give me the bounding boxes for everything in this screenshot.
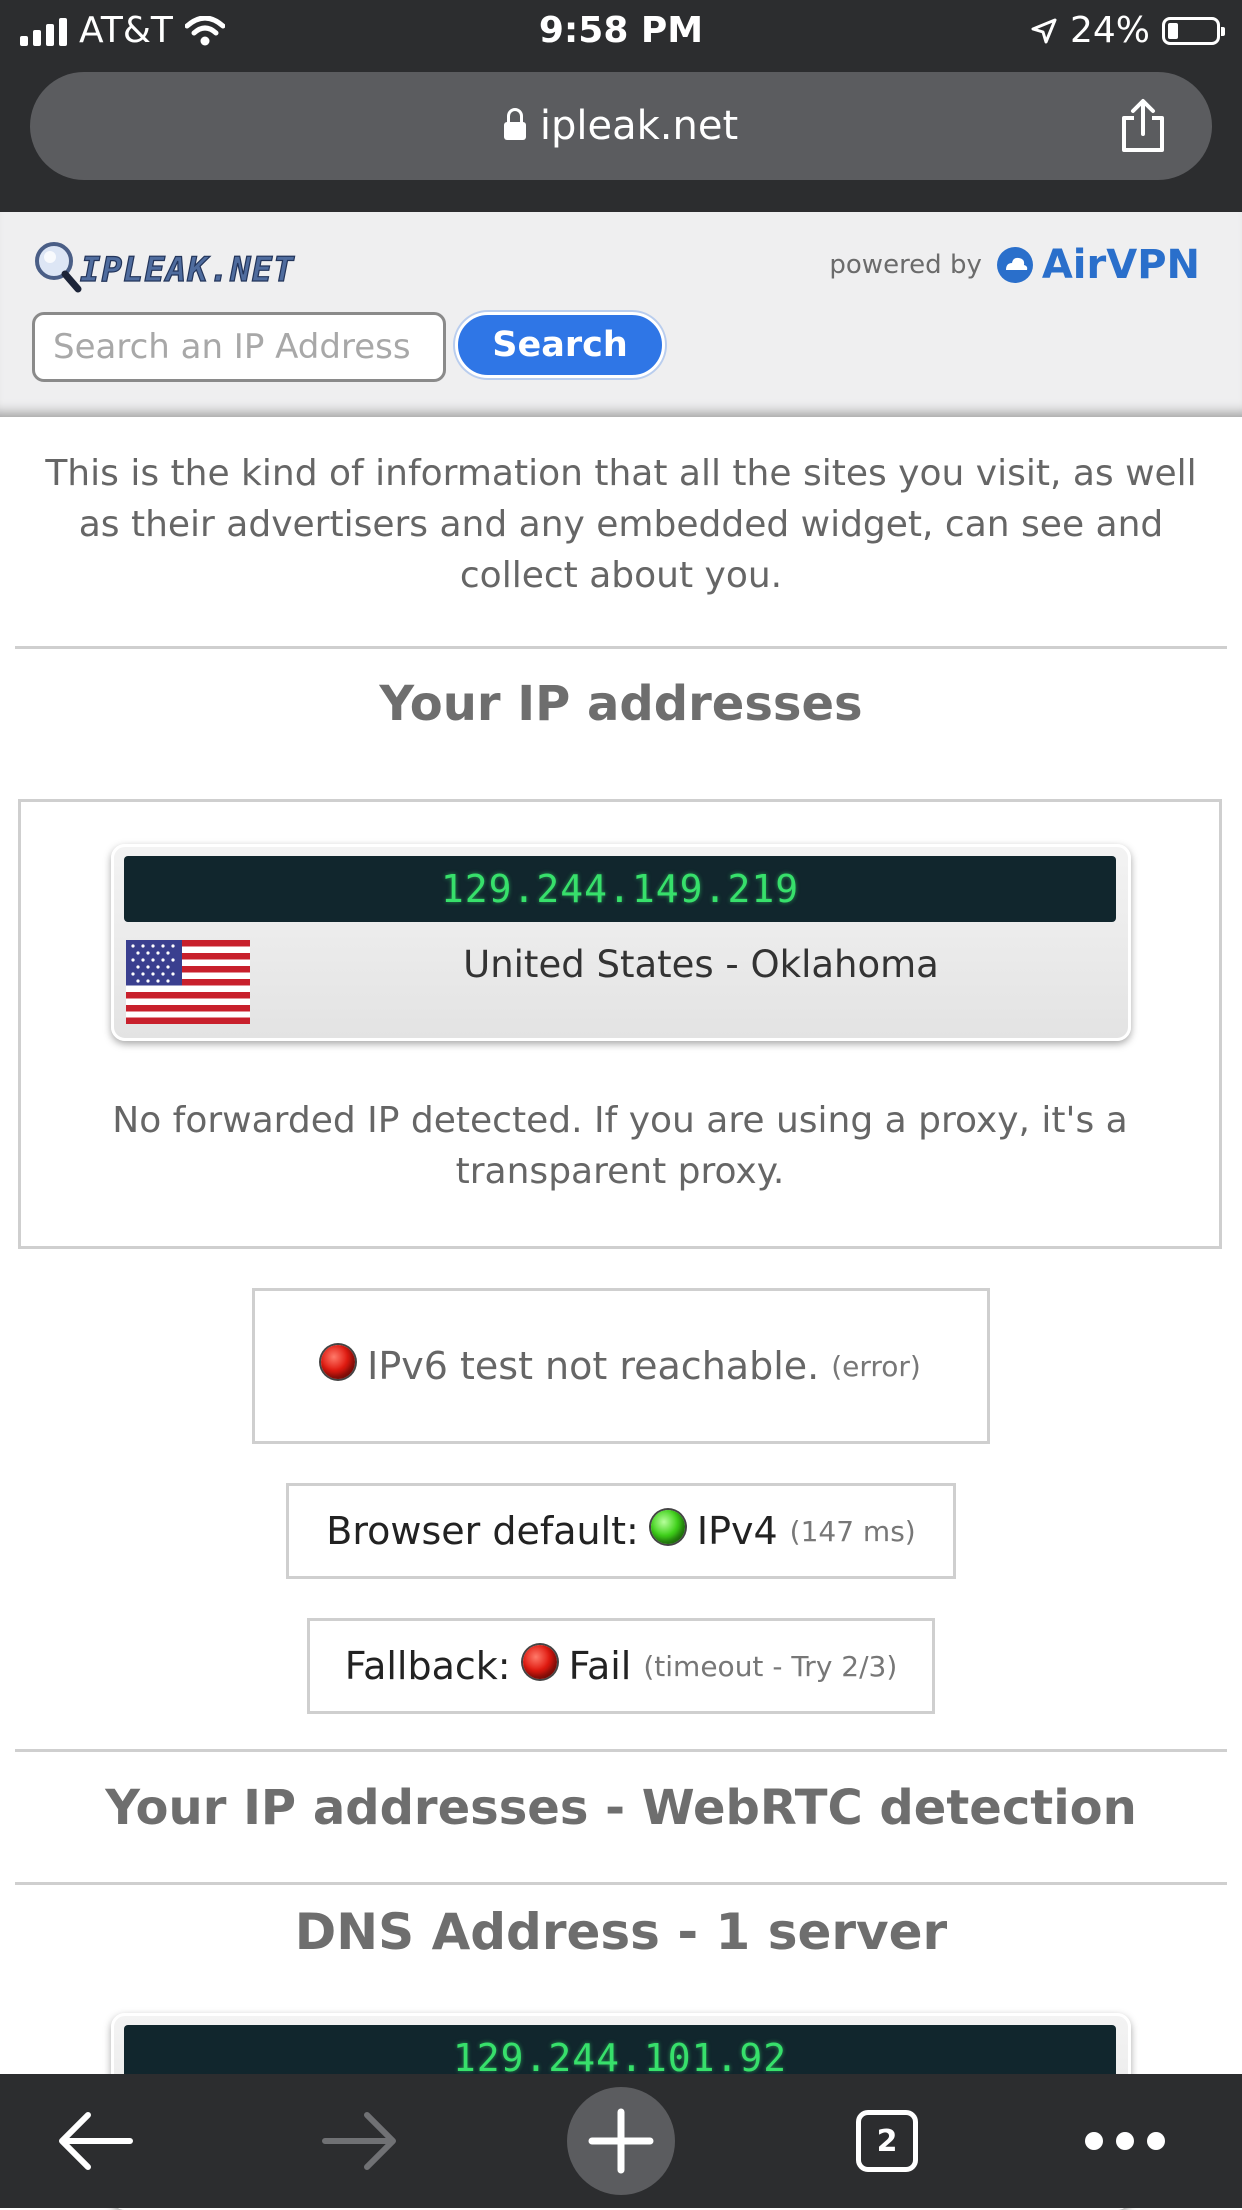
tabs-button[interactable]: 2 [832, 2074, 942, 2208]
forward-arrow-icon [322, 2112, 396, 2170]
ip-search-input[interactable] [32, 312, 446, 382]
tabs-icon: 2 [856, 2110, 918, 2172]
new-tab-circle [567, 2087, 675, 2195]
browser-address-area: ipleak.net [0, 62, 1242, 212]
status-bar: AT&T 9:58 PM 24% [0, 0, 1242, 62]
ipv6-status-box: IPv6 test not reachable. (error) [252, 1288, 990, 1444]
browser-default-value: IPv4 [696, 1509, 778, 1553]
green-status-dot-icon [650, 1510, 685, 1544]
airvpn-link[interactable]: AirVPN [996, 242, 1200, 288]
back-arrow-icon [59, 2112, 133, 2170]
url-text: ipleak.net [539, 103, 739, 149]
powered-by: powered by AirVPN [829, 242, 1200, 288]
fallback-value: Fail [568, 1644, 632, 1688]
ipv6-status-detail: (error) [831, 1349, 921, 1383]
fallback-box: Fallback: Fail (timeout - Try 2/3) [307, 1618, 935, 1714]
ip-card: 129.244.149.219 United States - Oklahoma [111, 844, 1131, 1041]
airvpn-label: AirVPN [1041, 242, 1200, 288]
search-button[interactable]: Search [455, 312, 665, 378]
fallback-detail: (timeout - Try 2/3) [643, 1649, 898, 1683]
status-bar-right: 24% [1030, 10, 1225, 51]
svg-text:IPLEAK.NET: IPLEAK.NET [80, 250, 295, 290]
lock-icon [503, 108, 526, 140]
url-display[interactable]: ipleak.net [30, 72, 1212, 180]
new-tab-button[interactable] [566, 2074, 676, 2208]
ipleak-logo[interactable]: IPLEAK.NET [32, 237, 362, 297]
forwarded-ip-note: No forwarded IP detected. If you are usi… [112, 1100, 1128, 1192]
forward-button[interactable] [305, 2074, 415, 2208]
airvpn-logo-icon [996, 247, 1033, 283]
ip-location: United States - Oklahoma [463, 943, 939, 986]
location-arrow-icon [1031, 18, 1057, 43]
battery-percent: 24% [1069, 10, 1150, 51]
us-flag-icon [126, 940, 250, 1024]
section-title-webrtc: Your IP addresses - WebRTC detection [105, 1780, 1137, 1836]
back-button[interactable] [40, 2074, 150, 2208]
browser-toolbar: 2 [0, 2074, 1242, 2208]
ip-address-value: 129.244.149.219 [124, 856, 1116, 922]
browser-default-label: Browser default: [326, 1509, 639, 1553]
plus-icon [588, 2108, 654, 2174]
share-icon[interactable] [1118, 98, 1168, 154]
red-status-dot-icon [321, 1345, 356, 1379]
fallback-label: Fallback: [344, 1644, 511, 1688]
red-status-dot-icon [522, 1645, 557, 1679]
address-bar[interactable]: ipleak.net [30, 72, 1212, 180]
section-title-dns: DNS Address - 1 server [294, 1903, 948, 1961]
section-title-ip: Your IP addresses [379, 676, 863, 732]
intro-text: This is the kind of information that all… [45, 453, 1197, 596]
divider [15, 646, 1227, 649]
powered-by-label: powered by [829, 250, 982, 280]
battery-icon [1162, 16, 1225, 45]
ipv6-status-text: IPv6 test not reachable. [367, 1344, 820, 1388]
more-icon [1085, 2132, 1165, 2150]
divider [15, 1882, 1227, 1885]
divider [15, 1749, 1227, 1752]
more-button[interactable] [1070, 2074, 1180, 2208]
browser-default-box: Browser default: IPv4 (147 ms) [286, 1483, 956, 1579]
browser-default-detail: (147 ms) [789, 1514, 916, 1548]
site-header: IPLEAK.NET powered by AirVPN Search [0, 212, 1242, 417]
